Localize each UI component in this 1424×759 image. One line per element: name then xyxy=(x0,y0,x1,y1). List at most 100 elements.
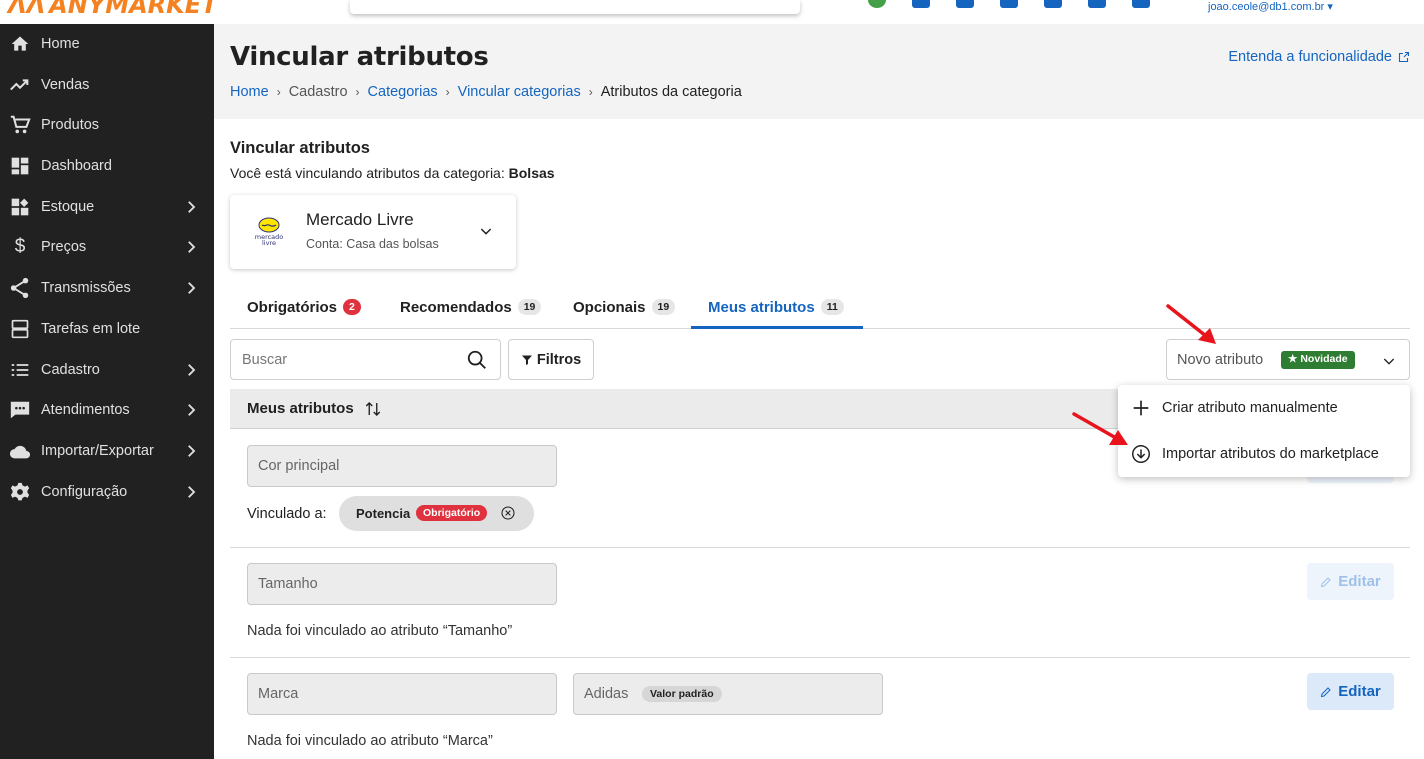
pencil-icon xyxy=(1321,686,1331,697)
svg-text:livre: livre xyxy=(262,239,276,247)
breadcrumb-current: Atributos da categoria xyxy=(600,84,742,100)
sidebar-item-precos[interactable]: $ Preços xyxy=(0,227,214,267)
nothing-linked-text: Nada foi vinculado ao atributo “Marca” xyxy=(247,733,493,749)
sidebar-item-estoque[interactable]: Estoque xyxy=(0,187,214,227)
dollar-icon: $ xyxy=(14,236,26,257)
default-value-badge: Valor padrão xyxy=(642,686,722,702)
row-divider xyxy=(230,547,1410,548)
mercado-livre-logo: mercado livre xyxy=(255,217,283,247)
attribute-name-field: Cor principal xyxy=(247,445,557,487)
cloud-icon xyxy=(9,440,31,462)
marketplace-account: Conta: Casa das bolsas xyxy=(306,237,439,251)
apps-icon[interactable] xyxy=(1088,0,1106,8)
linked-label: Vinculado a: xyxy=(247,506,327,522)
sidebar-item-tarefas-em-lote[interactable]: Tarefas em lote xyxy=(0,309,214,349)
sidebar-item-configuracao[interactable]: Configuração xyxy=(0,472,214,512)
top-actions xyxy=(868,0,1150,8)
tab-recomendados[interactable]: Recomendados 19 xyxy=(400,285,542,329)
page-header: Vincular atributos Entenda a funcionalid… xyxy=(214,24,1424,119)
edit-button-row-3[interactable]: Editar xyxy=(1307,673,1394,710)
breadcrumb-cadastro: Cadastro xyxy=(288,84,348,100)
category-name: Bolsas xyxy=(508,165,555,181)
chevron-down-icon xyxy=(480,228,492,235)
breadcrumb-separator-icon: › xyxy=(355,85,360,99)
cart-icon xyxy=(9,114,31,136)
filters-button[interactable]: Filtros xyxy=(508,339,594,380)
chevron-right-icon xyxy=(188,404,196,416)
sidebar-item-atendimentos[interactable]: Atendimentos xyxy=(0,390,214,430)
sidebar-item-label: Dashboard xyxy=(41,158,112,174)
gear-icon xyxy=(9,481,31,503)
chevron-right-icon xyxy=(188,445,196,457)
dashboard-icon xyxy=(9,155,31,177)
section-subtitle: Você está vinculando atributos da catego… xyxy=(230,165,555,181)
chevron-down-icon xyxy=(1383,358,1395,365)
new-attribute-select[interactable]: Novo atributo ★ Novidade xyxy=(1166,339,1410,380)
breadcrumb-separator-icon: › xyxy=(588,85,593,99)
sidebar-item-transmissoes[interactable]: Transmissões xyxy=(0,268,214,308)
marketplace-selector[interactable]: mercado livre Mercado Livre Conta: Casa … xyxy=(230,195,516,269)
tab-opcionais[interactable]: Opcionais 19 xyxy=(573,285,676,329)
breadcrumb-home[interactable]: Home xyxy=(230,84,269,100)
nothing-linked-text: Nada foi vinculado ao atributo “Tamanho” xyxy=(247,623,513,639)
sidebar-item-label: Produtos xyxy=(41,117,100,133)
notifications-icon[interactable] xyxy=(912,0,930,8)
sidebar-item-vendas[interactable]: Vendas xyxy=(0,65,214,105)
filter-icon xyxy=(521,355,532,365)
top-bar: ᐱᐱ ANYMARKET joao.ceole@db1.com.br ▾ xyxy=(0,0,1424,24)
row-divider xyxy=(230,657,1410,658)
status-icon[interactable] xyxy=(868,0,886,8)
tasks-icon[interactable] xyxy=(956,0,974,8)
search-input[interactable]: Buscar xyxy=(230,339,501,380)
chat-icon xyxy=(9,399,31,421)
attribute-name-field: Tamanho xyxy=(247,563,557,605)
create-attribute-manually-option[interactable]: Criar atributo manualmente xyxy=(1118,385,1410,431)
tab-count-badge: 19 xyxy=(651,299,676,315)
sidebar-item-label: Transmissões xyxy=(41,280,131,296)
sidebar: Home Vendas Produtos Dashboard Estoque $… xyxy=(0,24,214,759)
tabs: Obrigatórios 2 Recomendados 19 Opcionais… xyxy=(230,285,1410,329)
section-title: Vincular atributos xyxy=(230,139,370,157)
new-attribute-dropdown: Criar atributo manualmente Importar atri… xyxy=(1118,385,1410,477)
default-value-field: Adidas Valor padrão xyxy=(573,673,883,715)
stock-icon xyxy=(9,196,31,218)
attribute-name-field: Marca xyxy=(247,673,557,715)
sidebar-item-home[interactable]: Home xyxy=(0,24,214,64)
remove-circle-icon[interactable] xyxy=(500,505,516,521)
home-icon xyxy=(9,33,31,55)
brand-logo[interactable]: ᐱᐱ ANYMARKET xyxy=(8,0,218,19)
user-menu[interactable]: joao.ceole@db1.com.br ▾ xyxy=(1208,0,1333,13)
help-link[interactable]: Entenda a funcionalidade xyxy=(1228,49,1410,65)
help-icon[interactable] xyxy=(1000,0,1018,8)
sort-icon[interactable] xyxy=(364,400,382,418)
sidebar-item-label: Atendimentos xyxy=(41,402,130,418)
sidebar-item-label: Tarefas em lote xyxy=(41,321,141,337)
breadcrumb-separator-icon: › xyxy=(276,85,281,99)
user-icon[interactable] xyxy=(1132,0,1150,8)
breadcrumb-vincular-categorias[interactable]: Vincular categorias xyxy=(458,84,581,100)
sidebar-item-label: Preços xyxy=(41,239,87,255)
sidebar-item-label: Importar/Exportar xyxy=(41,443,154,459)
chevron-right-icon xyxy=(188,282,196,294)
sidebar-item-cadastro[interactable]: Cadastro xyxy=(0,350,214,390)
breadcrumb: Home › Cadastro › Categorias › Vincular … xyxy=(230,84,742,100)
global-search-bar[interactable] xyxy=(350,0,800,14)
tab-obrigatorios[interactable]: Obrigatórios 2 xyxy=(247,285,361,329)
external-link-icon xyxy=(1398,51,1410,63)
new-feature-badge: ★ Novidade xyxy=(1281,351,1355,369)
breadcrumb-categorias[interactable]: Categorias xyxy=(368,84,438,100)
search-icon[interactable] xyxy=(466,349,488,371)
sidebar-item-dashboard[interactable]: Dashboard xyxy=(0,146,214,186)
sidebar-item-produtos[interactable]: Produtos xyxy=(0,105,214,145)
sidebar-item-label: Estoque xyxy=(41,199,95,215)
edit-button-row-2[interactable]: Editar xyxy=(1307,563,1394,600)
batch-icon xyxy=(9,318,31,340)
import-marketplace-attributes-option[interactable]: Importar atributos do marketplace xyxy=(1118,431,1410,477)
sidebar-item-importar-exportar[interactable]: Importar/Exportar xyxy=(0,431,214,471)
trending-up-icon xyxy=(9,74,31,96)
chevron-right-icon xyxy=(188,201,196,213)
tab-meus-atributos[interactable]: Meus atributos 11 xyxy=(708,285,844,329)
marketplace-name: Mercado Livre xyxy=(306,210,414,229)
learning-icon[interactable] xyxy=(1044,0,1062,8)
page-title: Vincular atributos xyxy=(230,42,489,72)
